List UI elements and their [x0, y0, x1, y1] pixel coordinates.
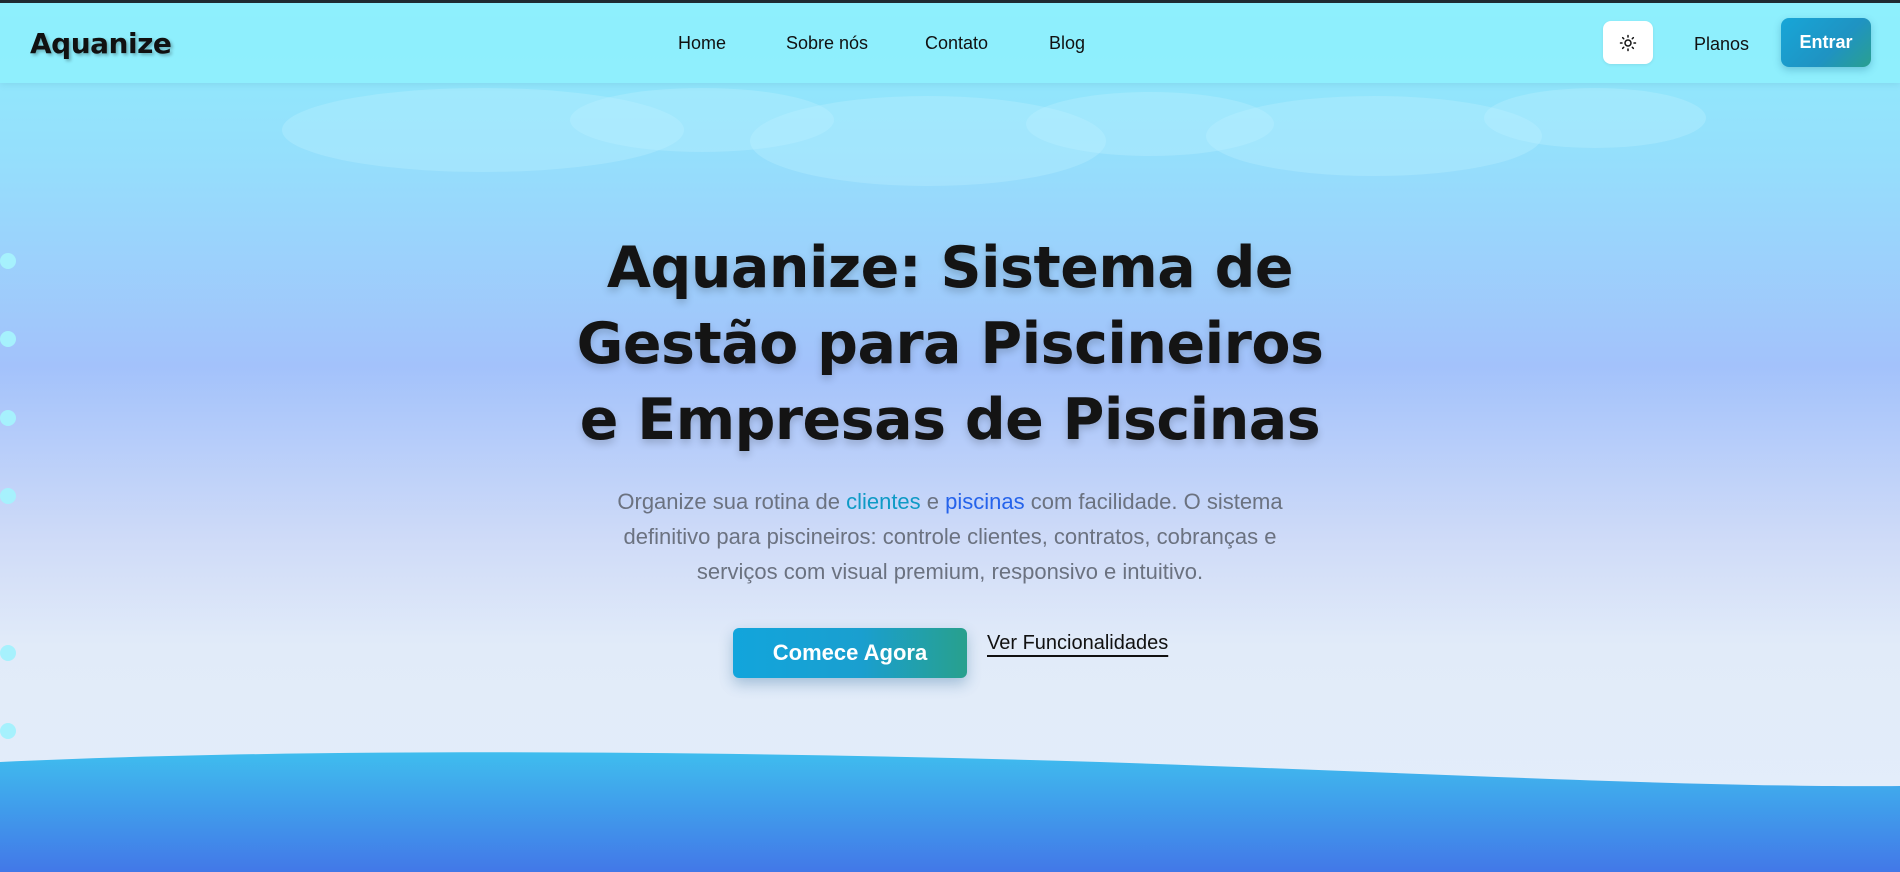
nav-blog[interactable]: Blog — [1049, 33, 1085, 54]
nav-home[interactable]: Home — [678, 33, 726, 54]
bubble-decoration — [0, 331, 16, 347]
ver-funcionalidades-link[interactable]: Ver Funcionalidades — [987, 632, 1168, 655]
hero-title: Aquanize: Sistema de Gestão para Piscine… — [576, 235, 1324, 453]
subtitle-text: e — [920, 489, 946, 514]
highlight-clientes: clientes — [846, 489, 921, 514]
sun-icon — [1619, 34, 1637, 51]
bubble-decoration — [0, 410, 16, 426]
hero-subtitle: Organize sua rotina de clientes e piscin… — [590, 484, 1310, 589]
cloud-decoration — [1484, 88, 1706, 148]
entrar-button[interactable]: Entrar — [1781, 18, 1871, 67]
subtitle-text: Organize sua rotina de — [617, 489, 847, 514]
highlight-piscinas: piscinas — [945, 489, 1025, 514]
theme-toggle-button[interactable] — [1603, 21, 1653, 64]
bubble-decoration — [0, 253, 16, 269]
planos-link[interactable]: Planos — [1694, 34, 1749, 55]
bubble-decoration — [0, 488, 16, 504]
wave-decoration — [0, 752, 1900, 872]
bubble-decoration — [0, 723, 16, 739]
nav-sobre-nos[interactable]: Sobre nós — [786, 33, 868, 54]
bubble-decoration — [0, 645, 16, 661]
nav-contato[interactable]: Contato — [925, 33, 988, 54]
comece-agora-button[interactable]: Comece Agora — [733, 628, 967, 678]
site-header: Aquanize Home Sobre nós Contato Blog Pla… — [0, 3, 1900, 83]
